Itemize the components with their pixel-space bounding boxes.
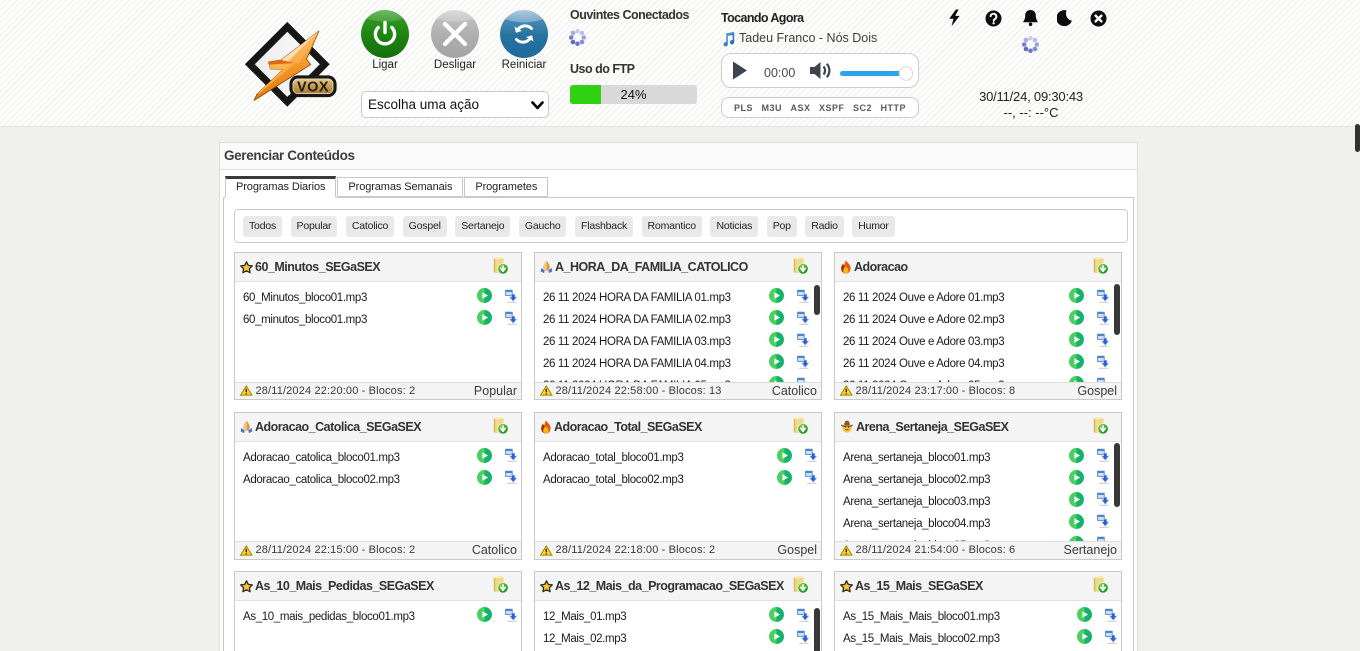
svg-text:00:00: 00:00: [764, 66, 795, 80]
svg-text:VOX: VOX: [297, 80, 329, 96]
